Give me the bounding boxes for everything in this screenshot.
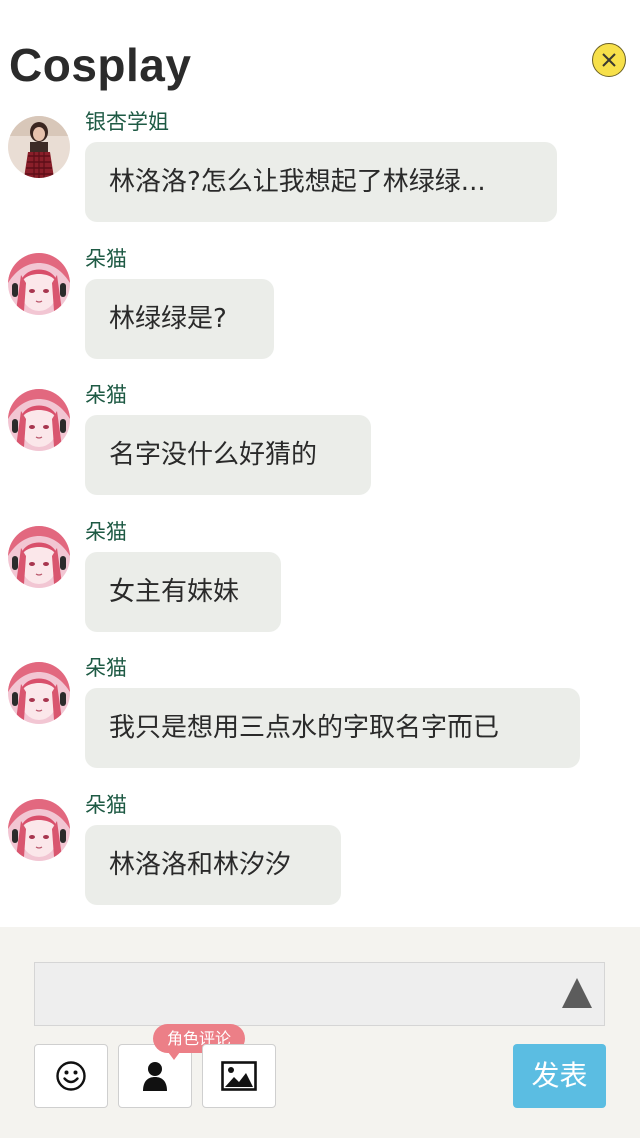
triangle-up-icon[interactable]	[562, 978, 592, 1008]
message-bubble: 我只是想用三点水的字取名字而已	[85, 688, 580, 768]
message-bubble: 女主有妹妹	[85, 552, 281, 632]
image-button[interactable]	[202, 1044, 276, 1108]
avatar[interactable]	[8, 526, 70, 588]
emoji-button[interactable]	[34, 1044, 108, 1108]
page-title: Cosplay	[9, 39, 192, 91]
avatar[interactable]	[8, 662, 70, 724]
comment-input[interactable]	[34, 962, 605, 1026]
role-button[interactable]	[118, 1044, 192, 1108]
close-icon	[602, 53, 616, 67]
message-username[interactable]: 朵猫	[85, 246, 127, 272]
person-icon	[143, 1062, 167, 1091]
avatar-girl-icon	[8, 116, 70, 178]
avatar-anime-icon	[8, 799, 70, 861]
message-bubble: 林洛洛和林汐汐	[85, 825, 341, 905]
message-username[interactable]: 银杏学姐	[85, 109, 169, 135]
close-button[interactable]	[592, 43, 626, 77]
header: Cosplay	[0, 0, 640, 105]
avatar-anime-icon	[8, 662, 70, 724]
smiley-icon	[56, 1061, 86, 1091]
avatar[interactable]	[8, 116, 70, 178]
message-username[interactable]: 朵猫	[85, 519, 127, 545]
message-username[interactable]: 朵猫	[85, 382, 127, 408]
message-username[interactable]: 朵猫	[85, 655, 127, 681]
message-username[interactable]: 朵猫	[85, 792, 127, 818]
avatar[interactable]	[8, 799, 70, 861]
message-bubble: 林绿绿是?	[85, 279, 274, 359]
avatar-anime-icon	[8, 526, 70, 588]
avatar-anime-icon	[8, 253, 70, 315]
avatar[interactable]	[8, 389, 70, 451]
avatar-anime-icon	[8, 389, 70, 451]
message-bubble: 林洛洛?怎么让我想起了林绿绿...	[85, 142, 557, 222]
composer: 角色评论 发表	[0, 927, 640, 1138]
avatar[interactable]	[8, 253, 70, 315]
role-comment-tag-tail	[168, 1052, 180, 1060]
image-icon	[221, 1061, 257, 1091]
publish-button[interactable]: 发表	[513, 1044, 606, 1108]
message-bubble: 名字没什么好猜的	[85, 415, 371, 495]
